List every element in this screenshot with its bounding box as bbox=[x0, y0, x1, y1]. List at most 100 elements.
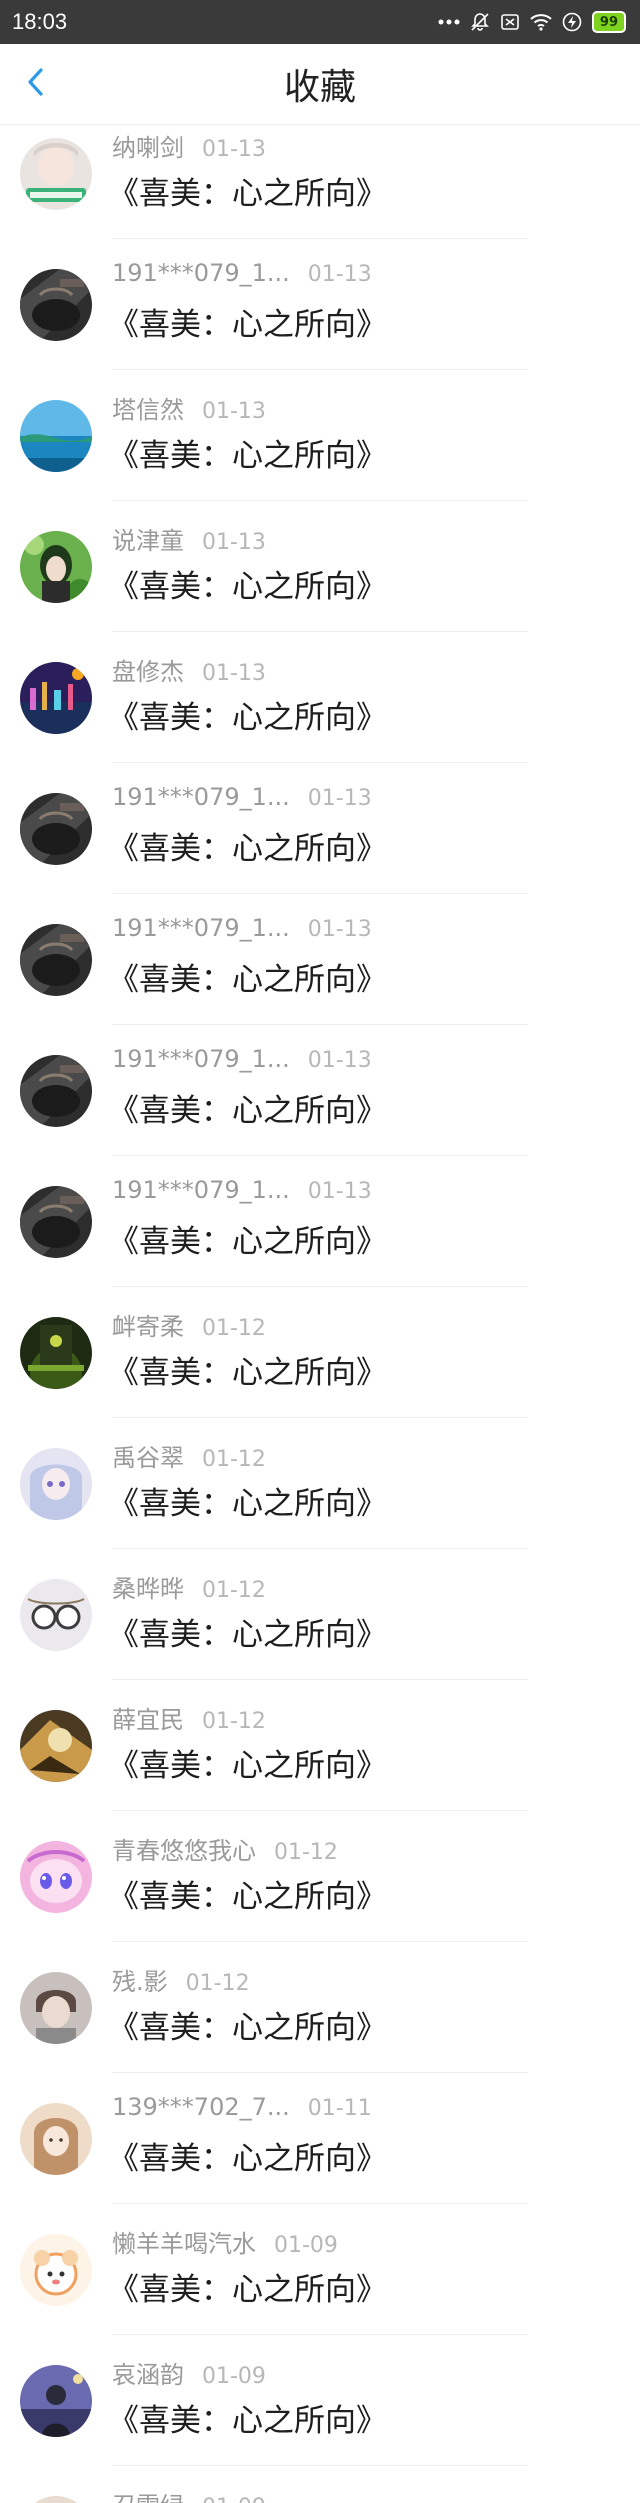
back-chevron-icon bbox=[26, 67, 46, 101]
item-meta: 懒羊羊喝汽水 01-09 bbox=[112, 2224, 338, 2259]
work-title[interactable]: 《喜美：心之所向》 bbox=[108, 1216, 387, 1261]
avatar[interactable] bbox=[20, 1972, 92, 2044]
list-item[interactable]: 盘修杰 01-13 《喜美：心之所向》 bbox=[0, 632, 640, 763]
list-item[interactable]: 191***079_1... 01-13 《喜美：心之所向》 bbox=[0, 1025, 640, 1156]
user-name: 哀涵韵 bbox=[112, 2361, 184, 2389]
avatar[interactable] bbox=[20, 793, 92, 865]
work-title[interactable]: 《喜美：心之所向》 bbox=[108, 430, 387, 475]
work-title[interactable]: 《喜美：心之所向》 bbox=[108, 2395, 387, 2440]
avatar[interactable] bbox=[20, 1710, 92, 1782]
avatar[interactable] bbox=[20, 1841, 92, 1913]
list-item[interactable]: 191***079_1... 01-13 《喜美：心之所向》 bbox=[0, 894, 640, 1025]
avatar[interactable] bbox=[20, 924, 92, 996]
favorite-date: 01-13 bbox=[307, 1048, 372, 1073]
work-title[interactable]: 《喜美：心之所向》 bbox=[108, 692, 387, 737]
avatar[interactable] bbox=[20, 2496, 92, 2503]
favorite-date: 01-13 bbox=[202, 530, 266, 555]
user-name: 纳喇剑 bbox=[112, 134, 184, 162]
back-button[interactable] bbox=[16, 64, 56, 104]
avatar[interactable] bbox=[20, 2365, 92, 2437]
item-meta: 191***079_1... 01-13 bbox=[112, 259, 372, 287]
favorite-date: 01-09 bbox=[202, 2364, 266, 2389]
work-title[interactable]: 《喜美：心之所向》 bbox=[108, 168, 387, 213]
avatar[interactable] bbox=[20, 662, 92, 734]
charging-icon bbox=[562, 12, 582, 32]
item-meta: 191***079_1... 01-13 bbox=[112, 1176, 372, 1204]
item-meta: 191***079_1... 01-13 bbox=[112, 783, 372, 811]
list-item[interactable]: 青春悠悠我心 01-12 《喜美：心之所向》 bbox=[0, 1811, 640, 1942]
item-meta: 139***702_7... 01-11 bbox=[112, 2093, 372, 2121]
favorite-date: 01-12 bbox=[202, 1709, 266, 1734]
avatar[interactable] bbox=[20, 2234, 92, 2306]
favorite-date: 01-09 bbox=[202, 2495, 266, 2503]
work-title[interactable]: 《喜美：心之所向》 bbox=[108, 1609, 387, 1654]
avatar[interactable] bbox=[20, 269, 92, 341]
avatar[interactable] bbox=[20, 1055, 92, 1127]
avatar[interactable] bbox=[20, 138, 92, 210]
list-item[interactable]: 191***079_1... 01-13 《喜美：心之所向》 bbox=[0, 763, 640, 894]
avatar[interactable] bbox=[20, 1186, 92, 1258]
list-item[interactable]: 191***079_1... 01-13 《喜美：心之所向》 bbox=[0, 1156, 640, 1287]
favorite-date: 01-12 bbox=[185, 1971, 250, 1996]
list-item[interactable]: 懒羊羊喝汽水 01-09 《喜美：心之所向》 bbox=[0, 2204, 640, 2335]
favorite-date: 01-13 bbox=[202, 137, 266, 162]
item-meta: 召雪绿 01-09 bbox=[112, 2486, 266, 2503]
list-item[interactable]: 139***702_7... 01-11 《喜美：心之所向》 bbox=[0, 2073, 640, 2204]
work-title[interactable]: 《喜美：心之所向》 bbox=[108, 1085, 387, 1130]
work-title[interactable]: 《喜美：心之所向》 bbox=[108, 1871, 387, 1916]
work-title[interactable]: 《喜美：心之所向》 bbox=[108, 2264, 387, 2309]
user-name: 青春悠悠我心 bbox=[112, 1837, 256, 1865]
work-title[interactable]: 《喜美：心之所向》 bbox=[108, 1740, 387, 1785]
favorite-date: 01-12 bbox=[202, 1447, 266, 1472]
avatar[interactable] bbox=[20, 1317, 92, 1389]
nav-header: 收藏 bbox=[0, 44, 640, 125]
avatar[interactable] bbox=[20, 2103, 92, 2175]
mute-bell-icon bbox=[470, 12, 490, 32]
avatar[interactable] bbox=[20, 531, 92, 603]
favorite-date: 01-09 bbox=[274, 2233, 338, 2258]
user-name: 桑晔晔 bbox=[112, 1575, 184, 1603]
list-item[interactable]: 薛宜民 01-12 《喜美：心之所向》 bbox=[0, 1680, 640, 1811]
work-title[interactable]: 《喜美：心之所向》 bbox=[108, 954, 387, 999]
item-meta: 191***079_1... 01-13 bbox=[112, 1045, 372, 1073]
list-item[interactable]: 残.影 01-12 《喜美：心之所向》 bbox=[0, 1942, 640, 2073]
list-item[interactable]: 禹谷翠 01-12 《喜美：心之所向》 bbox=[0, 1418, 640, 1549]
item-meta: 薛宜民 01-12 bbox=[112, 1700, 266, 1735]
favorite-date: 01-12 bbox=[274, 1840, 338, 1865]
list-item[interactable]: 塔信然 01-13 《喜美：心之所向》 bbox=[0, 370, 640, 501]
user-name: 191***079_1... bbox=[112, 914, 290, 942]
user-name: 191***079_1... bbox=[112, 783, 290, 811]
list-item[interactable]: 衅寄柔 01-12 《喜美：心之所向》 bbox=[0, 1287, 640, 1418]
avatar[interactable] bbox=[20, 400, 92, 472]
list-item[interactable]: 191***079_1... 01-13 《喜美：心之所向》 bbox=[0, 239, 640, 370]
work-title[interactable]: 《喜美：心之所向》 bbox=[108, 823, 387, 868]
user-name: 禹谷翠 bbox=[112, 1444, 184, 1472]
work-title[interactable]: 《喜美：心之所向》 bbox=[108, 2002, 387, 2047]
work-title[interactable]: 《喜美：心之所向》 bbox=[108, 1347, 387, 1392]
item-meta: 盘修杰 01-13 bbox=[112, 652, 266, 687]
user-name: 191***079_1... bbox=[112, 1176, 290, 1204]
user-name: 191***079_1... bbox=[112, 259, 290, 287]
item-meta: 191***079_1... 01-13 bbox=[112, 914, 372, 942]
work-title[interactable]: 《喜美：心之所向》 bbox=[108, 561, 387, 606]
list-item[interactable]: 哀涵韵 01-09 《喜美：心之所向》 bbox=[0, 2335, 640, 2466]
user-name: 召雪绿 bbox=[112, 2486, 184, 2503]
status-time: 18:03 bbox=[12, 9, 68, 34]
favorite-date: 01-13 bbox=[202, 661, 266, 686]
user-name: 薛宜民 bbox=[112, 1706, 184, 1734]
user-name: 说津童 bbox=[112, 527, 184, 555]
list-item[interactable]: 说津童 01-13 《喜美：心之所向》 bbox=[0, 501, 640, 632]
list-item[interactable]: 纳喇剑 01-13 《喜美：心之所向》 bbox=[0, 108, 640, 239]
user-name: 盘修杰 bbox=[112, 658, 184, 686]
page-title: 收藏 bbox=[283, 67, 356, 108]
list-item[interactable]: 桑晔晔 01-12 《喜美：心之所向》 bbox=[0, 1549, 640, 1680]
item-meta: 禹谷翠 01-12 bbox=[112, 1438, 266, 1473]
avatar[interactable] bbox=[20, 1448, 92, 1520]
wifi-icon bbox=[530, 13, 552, 31]
work-title[interactable]: 《喜美：心之所向》 bbox=[108, 1478, 387, 1523]
item-meta: 塔信然 01-13 bbox=[112, 390, 266, 425]
work-title[interactable]: 《喜美：心之所向》 bbox=[108, 2133, 387, 2178]
work-title[interactable]: 《喜美：心之所向》 bbox=[108, 299, 387, 344]
avatar[interactable] bbox=[20, 1579, 92, 1651]
list-item[interactable]: 召雪绿01-09《喜美：心之所向》 bbox=[0, 2466, 640, 2503]
